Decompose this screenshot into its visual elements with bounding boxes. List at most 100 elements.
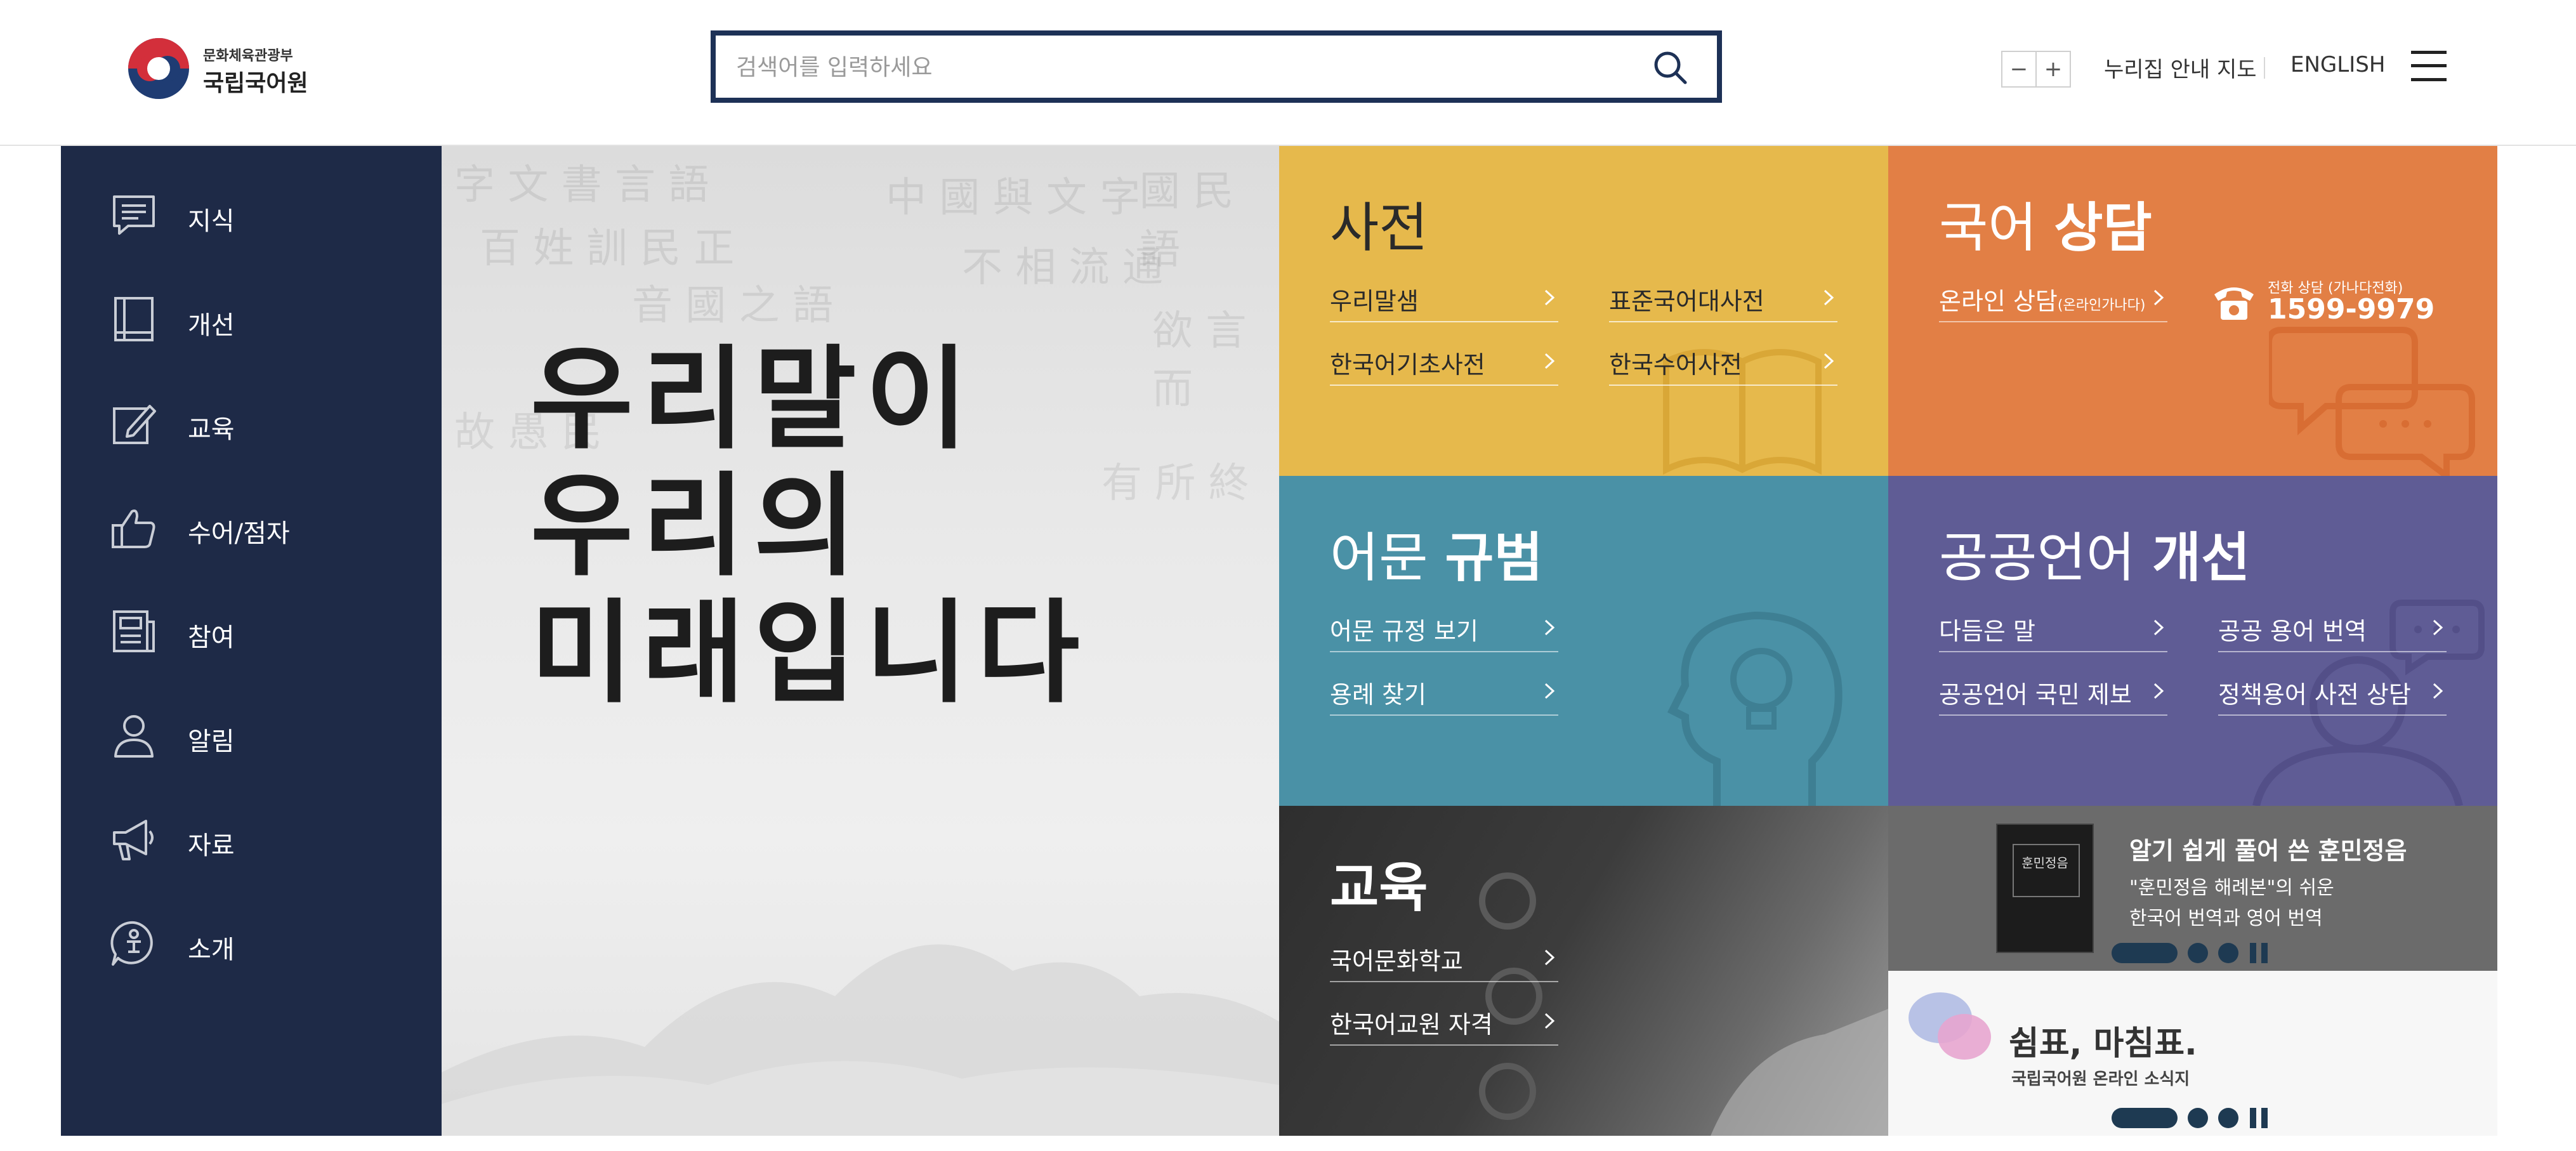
chevron-right-icon [1544,353,1555,369]
slide-indicator-active[interactable] [2112,943,2178,963]
sidebar-item-label: 교육 [188,415,235,444]
hero-banner: 字 文 書 言 語 百 姓 訓 民 正 音 國 之 語 中 國 與 文 字 不 … [442,146,1279,1136]
zoom-controls: − + [2001,51,2071,88]
link-language-culture-school[interactable]: 국어문화학교 [1330,937,1558,982]
link-korean-teacher-certificate[interactable]: 한국어교원 자격 [1330,1000,1558,1046]
public-language-tile: 공공언어 개선 다듬은 말 공공 용어 번역 공공언어 국민 제보 정책용어 사… [1888,476,2497,806]
sidebar-item-label: 참여 [188,623,235,652]
hero-slogan-line: 우리말이 [530,334,977,464]
book-cover-image: 훈민정음 [1996,824,2094,953]
sidebar-item-resources[interactable]: 자료 [61,798,442,881]
zoom-out-button[interactable]: − [2002,52,2035,86]
hero-slogan: 우리말이 우리의 미래입니다 [530,336,1089,717]
education-title: 교육 [1330,857,1428,919]
sitemap-link[interactable]: 누리집 안내 지도 [2104,52,2257,83]
sidebar-item-label: 수어/점자 [188,519,290,548]
chevron-right-icon [2433,683,2443,699]
logo-emblem-icon [128,38,189,99]
link-label: 온라인 상담(온라인가나다) [1939,287,2146,315]
public-language-title: 공공언어 개선 [1939,527,2251,589]
book-description: 한국어 번역과 영어 번역 [2129,907,2323,930]
intro-icon [110,921,153,966]
newsletter-slider-controls [2112,1105,2277,1131]
site-header: 문화체육관광부 국립국어원 − + 누리집 안내 지도 ENGLISH [0,0,2576,146]
sidebar-item-label: 알림 [188,727,235,756]
link-label: 한국어기초사전 [1330,351,1485,379]
chevron-right-icon [2433,619,2443,636]
head-lightbulb-icon [1667,611,1843,806]
chevron-right-icon [1544,1013,1555,1029]
consultation-tile: 국어 상담 온라인 상담(온라인가나다) 전화 상담 (가나다전화) 1599-… [1888,146,2497,476]
link-policy-term-consultation[interactable]: 정책용어 사전 상담 [2218,670,2447,716]
sidebar-item-label: 개선 [188,311,235,340]
sidebar-item-notice[interactable]: 알림 [61,694,442,777]
chevron-right-icon [1824,353,1834,369]
link-label: 용례 찾기 [1330,681,1426,709]
hero-slogan-line: 미래입니다 [530,588,1089,718]
pause-icon[interactable] [2249,1108,2271,1128]
link-online-consultation[interactable]: 온라인 상담(온라인가나다) [1939,277,2167,322]
sidebar-item-knowledge[interactable]: 지식 [61,174,442,256]
thumb-icon [112,510,155,548]
hamburger-menu-icon[interactable] [2411,51,2447,81]
book-title: 알기 쉽게 풀어 쓴 훈민정음 [2129,837,2407,865]
slide-indicator[interactable] [2188,1108,2208,1128]
sidebar-item-education[interactable]: 교육 [61,382,442,464]
newsletter-subtitle: 국립국어원 온라인 소식지 [2011,1070,2190,1089]
link-public-term-translation[interactable]: 공공 용어 번역 [2218,607,2447,652]
newsletter-title: 쉼표, 마침표. [2009,1025,2197,1063]
book-slider-controls [2112,940,2277,966]
site-logo[interactable]: 문화체육관광부 국립국어원 [128,37,319,100]
zoom-in-button[interactable]: + [2035,52,2070,86]
phone-number: 1599-9979 [2268,293,2435,326]
sidebar-item-label: 자료 [188,831,235,860]
link-label: 우리말샘 [1330,287,1419,315]
sidebar-nav: 지식 개선 교육 수어/점자 참여 알림 자료 소개 [61,146,442,1136]
slide-indicator[interactable] [2188,943,2208,963]
megaphone-icon [113,820,154,860]
link-public-language-report[interactable]: 공공언어 국민 제보 [1939,670,2167,716]
link-urimalsaem[interactable]: 우리말샘 [1330,277,1558,322]
chevron-right-icon [2153,289,2164,306]
sidebar-item-participation[interactable]: 참여 [61,590,442,673]
link-standard-dictionary[interactable]: 표준국어대사전 [1609,277,1837,322]
link-label: 한국어교원 자격 [1330,1011,1493,1039]
english-link[interactable]: ENGLISH [2290,52,2385,77]
slide-indicator-active[interactable] [2112,1108,2178,1128]
link-label: 정책용어 사전 상담 [2218,681,2411,709]
sidebar-item-about[interactable]: 소개 [61,902,442,985]
chevron-right-icon [1544,683,1555,699]
chevron-right-icon [2153,619,2164,636]
link-find-examples[interactable]: 용례 찾기 [1330,670,1558,716]
hero-slogan-line: 우리의 [530,461,865,591]
logo-ministry-text: 문화체육관광부 [203,48,293,64]
chevron-right-icon [1544,289,1555,306]
consultation-title: 국어 상담 [1939,197,2152,259]
link-sign-language-dictionary[interactable]: 한국수어사전 [1609,340,1837,386]
dictionary-title: 사전 [1330,197,1428,259]
newsletter-banner[interactable]: 쉼표, 마침표. 국립국어원 온라인 소식지 [1888,971,2497,1136]
person-icon [114,715,154,758]
sidebar-item-improvement[interactable]: 개선 [61,278,442,360]
newsletter-bubbles-icon [1909,992,1991,1060]
pencil-icon [113,405,156,444]
sidebar-item-label: 소개 [188,935,235,964]
link-refined-words[interactable]: 다듬은 말 [1939,607,2167,652]
dictionary-tile: 사전 우리말샘 표준국어대사전 한국어기초사전 한국수어사전 [1279,146,1888,476]
search-box [711,30,1722,103]
pause-icon[interactable] [2249,943,2271,963]
sidebar-item-sign-braille[interactable]: 수어/점자 [61,486,442,569]
document-icon [113,610,155,652]
slide-indicator[interactable] [2218,943,2238,963]
slide-indicator[interactable] [2218,1108,2238,1128]
telephone-icon [2214,287,2254,320]
link-view-norms[interactable]: 어문 규정 보기 [1330,607,1558,652]
link-basic-dictionary[interactable]: 한국어기초사전 [1330,340,1558,386]
logo-institute-text: 국립국어원 [203,70,308,96]
chat-bubble-icon [113,195,155,235]
search-icon[interactable] [1652,49,1689,86]
phone-consultation[interactable]: 전화 상담 (가나다전화) 1599-9979 [2212,277,2478,327]
book-banner[interactable]: 훈민정음 알기 쉽게 풀어 쓴 훈민정음 "훈민정음 해례본"의 쉬운 한국어 … [1888,806,2497,971]
book-icon [114,297,154,341]
search-input[interactable] [735,48,1626,86]
